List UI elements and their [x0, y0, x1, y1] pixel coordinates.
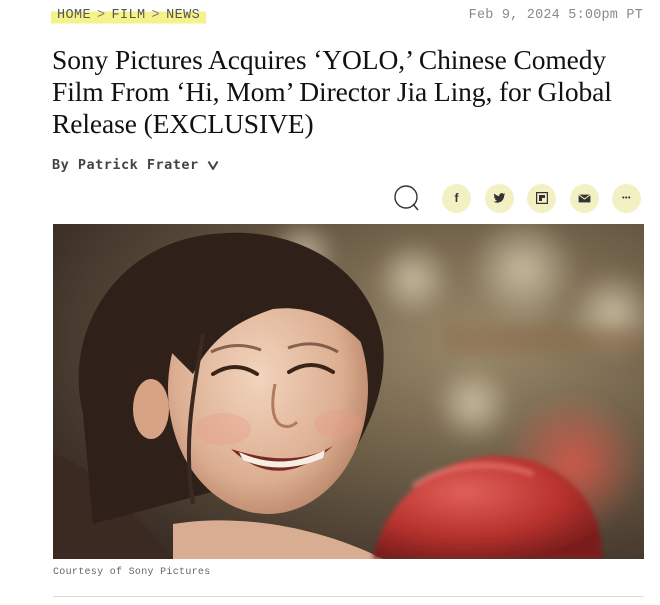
- hero-photo: [53, 224, 644, 559]
- breadcrumb: HOME > FILM > NEWS: [51, 5, 207, 25]
- share-bar: f •••: [392, 183, 648, 213]
- more-share-button[interactable]: •••: [612, 183, 641, 213]
- breadcrumb-separator: >: [151, 7, 161, 23]
- publish-timestamp: Feb 9, 2024 5:00pm PT: [468, 7, 643, 23]
- hero-image[interactable]: [53, 224, 644, 559]
- breadcrumb-news[interactable]: NEWS: [166, 8, 200, 23]
- author-name[interactable]: By Patrick Frater: [52, 157, 199, 173]
- article-headline: Sony Pictures Acquires ‘YOLO,’ Chinese C…: [52, 44, 612, 139]
- twitter-share-button[interactable]: [484, 183, 514, 213]
- breadcrumb-home[interactable]: HOME: [57, 8, 91, 23]
- comment-bubble-icon[interactable]: [392, 184, 420, 212]
- facebook-icon: f: [454, 191, 459, 205]
- divider: [53, 596, 644, 597]
- facebook-share-button[interactable]: f: [442, 183, 471, 213]
- breadcrumb-film[interactable]: FILM: [112, 8, 146, 23]
- byline[interactable]: By Patrick Frater: [52, 157, 219, 173]
- twitter-icon: [492, 192, 505, 203]
- image-caption: Courtesy of Sony Pictures: [53, 567, 211, 578]
- email-share-button[interactable]: [569, 183, 599, 213]
- flipboard-icon: [535, 192, 548, 204]
- breadcrumb-separator: >: [97, 7, 106, 23]
- top-bar: HOME > FILM > NEWS Feb 9, 2024 5:00pm PT: [51, 4, 643, 26]
- flipboard-share-button[interactable]: [527, 183, 556, 213]
- chevron-down-icon[interactable]: [207, 159, 219, 171]
- more-dots-icon: •••: [622, 194, 631, 202]
- email-icon: [577, 193, 591, 202]
